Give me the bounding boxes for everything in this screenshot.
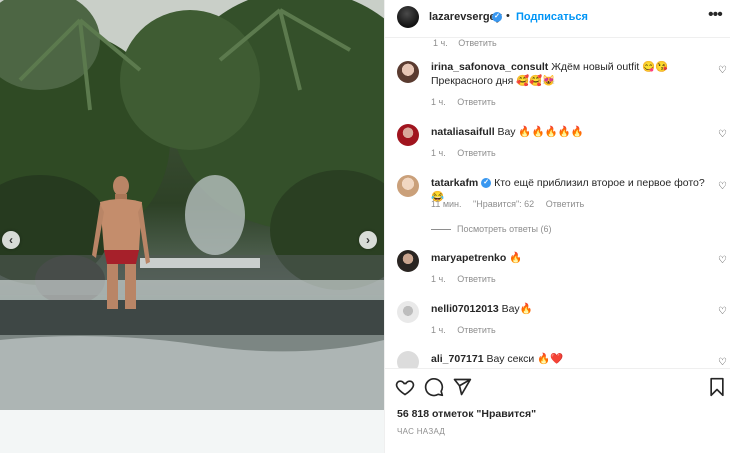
heart-icon[interactable] bbox=[395, 377, 415, 397]
comment-meta: 1 ч. Ответить bbox=[431, 148, 505, 158]
heart-icon[interactable]: ♡ bbox=[718, 307, 728, 317]
view-replies-button[interactable]: Посмотреть ответы (6) bbox=[431, 224, 552, 234]
likes-count[interactable]: 56 818 отметок "Нравится" bbox=[397, 408, 536, 420]
commenter-username[interactable]: irina_safonova_consult bbox=[431, 61, 548, 73]
commenter-avatar[interactable] bbox=[397, 124, 419, 146]
reply-button[interactable]: Ответить bbox=[546, 199, 584, 209]
commenter-avatar[interactable] bbox=[397, 250, 419, 272]
comment-body: Вау секси 🔥❤️ bbox=[486, 353, 564, 365]
verified-icon: ✓ bbox=[492, 12, 502, 22]
verified-icon: ✓ bbox=[481, 178, 492, 189]
separator-dot: • bbox=[506, 10, 510, 22]
post-photo[interactable]: ‹ › bbox=[0, 0, 384, 453]
replies-divider bbox=[431, 229, 451, 231]
comment-body: 🔥 bbox=[509, 252, 523, 264]
comment-time: 1 ч. bbox=[431, 274, 446, 284]
post-header: lazarevsergey ✓ • Подписаться ••• bbox=[385, 0, 730, 38]
heart-icon[interactable]: ♡ bbox=[718, 66, 728, 76]
comment-time: 1 ч. bbox=[431, 97, 446, 107]
comment-time: 1 ч. bbox=[433, 38, 448, 48]
comment-text: nelli07012013 Вау🔥 bbox=[431, 302, 706, 316]
heart-icon[interactable]: ♡ bbox=[718, 130, 728, 140]
instagram-post: ‹ › lazarevsergey ✓ • Подписаться ••• 1 … bbox=[0, 0, 730, 453]
follow-button[interactable]: Подписаться bbox=[516, 11, 588, 23]
reply-button[interactable]: Ответить bbox=[457, 97, 495, 107]
comment-meta-cutoff: 1 ч. Ответить bbox=[433, 38, 505, 48]
comment-meta: 11 мин. "Нравится": 62 Ответить bbox=[431, 199, 593, 209]
comment-meta: 1 ч. Ответить bbox=[431, 274, 505, 284]
post-sidebar: lazarevsergey ✓ • Подписаться ••• 1 ч. О… bbox=[384, 0, 730, 453]
comment-icon[interactable] bbox=[424, 377, 444, 397]
commenter-username[interactable]: nataliasaifull bbox=[431, 126, 495, 138]
more-icon[interactable]: ••• bbox=[708, 6, 723, 24]
share-icon[interactable] bbox=[452, 377, 472, 397]
commenter-avatar[interactable] bbox=[397, 301, 419, 323]
commenter-username[interactable]: tatarkafm bbox=[431, 177, 478, 189]
author-avatar[interactable] bbox=[397, 6, 419, 28]
heart-icon[interactable]: ♡ bbox=[718, 358, 728, 368]
comment-time: 1 ч. bbox=[431, 148, 446, 158]
comment-body: Вау 🔥🔥🔥🔥🔥 bbox=[497, 126, 584, 138]
reply-button[interactable]: Ответить bbox=[457, 325, 495, 335]
view-replies-label[interactable]: Посмотреть ответы (6) bbox=[457, 224, 552, 234]
post-time[interactable]: ЧАС НАЗАД bbox=[397, 427, 445, 436]
comment-text: ali_707171 Вау секси 🔥❤️ bbox=[431, 352, 706, 366]
chevron-left-icon[interactable]: ‹ bbox=[2, 231, 20, 249]
comment-text: irina_safonova_consult Ждём новый outfit… bbox=[431, 60, 706, 88]
comment-text: maryapetrenko 🔥 bbox=[431, 251, 706, 265]
comment-meta: 1 ч. Ответить bbox=[431, 325, 505, 335]
commenter-avatar[interactable] bbox=[397, 175, 419, 197]
commenter-username[interactable]: maryapetrenko bbox=[431, 252, 506, 264]
comment-meta: 1 ч. Ответить bbox=[431, 97, 505, 107]
post-actions: 56 818 отметок "Нравится" ЧАС НАЗАД bbox=[385, 368, 730, 453]
author-username[interactable]: lazarevsergey bbox=[429, 11, 502, 23]
commenter-username[interactable]: ali_707171 bbox=[431, 353, 484, 365]
photo-scene bbox=[0, 0, 384, 453]
comment-time: 11 мин. bbox=[431, 199, 462, 209]
commenter-username[interactable]: nelli07012013 bbox=[431, 303, 499, 315]
comments-list[interactable]: 1 ч. Ответить irina_safonova_consult Ждё… bbox=[385, 38, 730, 368]
reply-button[interactable]: Ответить bbox=[458, 38, 496, 48]
comment-text: nataliasaifull Вау 🔥🔥🔥🔥🔥 bbox=[431, 125, 706, 139]
heart-icon[interactable]: ♡ bbox=[718, 182, 728, 192]
comment-likes[interactable]: "Нравится": 62 bbox=[473, 199, 534, 209]
commenter-avatar[interactable] bbox=[397, 61, 419, 83]
commenter-avatar[interactable] bbox=[397, 351, 419, 368]
heart-icon[interactable]: ♡ bbox=[718, 256, 728, 266]
bookmark-icon[interactable] bbox=[707, 377, 727, 397]
reply-button[interactable]: Ответить bbox=[457, 274, 495, 284]
comment-time: 1 ч. bbox=[431, 325, 446, 335]
reply-button[interactable]: Ответить bbox=[457, 148, 495, 158]
comment-body: Вау🔥 bbox=[501, 303, 533, 315]
chevron-right-icon[interactable]: › bbox=[359, 231, 377, 249]
